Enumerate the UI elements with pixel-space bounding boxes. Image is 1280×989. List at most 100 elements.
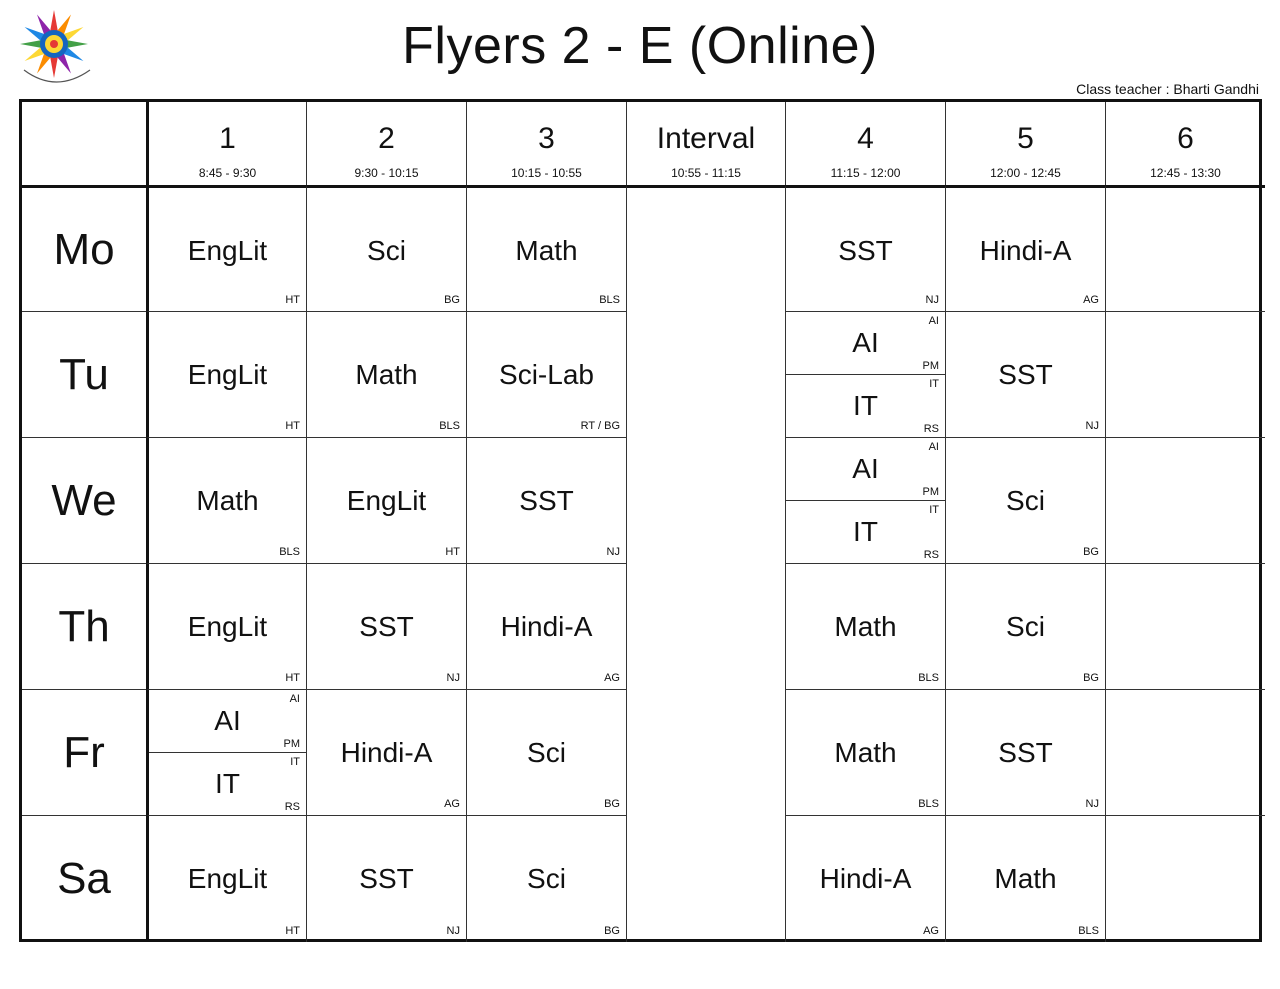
period-header: 6 12:45 - 13:30 <box>1105 102 1265 185</box>
teacher-initials: BG <box>1083 546 1099 558</box>
teacher-initials: HT <box>285 420 300 432</box>
teacher-initials: BG <box>604 925 620 937</box>
lesson-cell: EngLit HT <box>146 563 306 689</box>
lesson-cell: Math BLS <box>785 689 945 815</box>
split-lesson-top: AI AI PM <box>786 312 945 375</box>
lesson-cell: Sci BG <box>466 815 626 942</box>
subject-label: IT <box>853 515 878 547</box>
teacher-initials: AG <box>444 798 460 810</box>
teacher-initials: PM <box>922 485 940 498</box>
day-cell: We <box>22 437 146 563</box>
subject-label: IT <box>215 767 240 799</box>
timetable-grid: 1 8:45 - 9:30 2 9:30 - 10:15 3 10:15 - 10:55 I… <box>19 99 1265 942</box>
split-lesson-top: AI AI PM <box>786 438 945 501</box>
subject-label: SST <box>359 611 414 642</box>
subject-label: IT <box>853 389 878 421</box>
split-lesson-top: AI AI PM <box>149 690 306 753</box>
subject-label: Hindi-A <box>819 863 912 894</box>
split-lesson-bottom: IT IT RS <box>786 501 945 564</box>
period-header: 4 11:15 - 12:00 <box>785 102 945 185</box>
lesson-cell: EngLit HT <box>146 311 306 437</box>
teacher-initials: RT / BG <box>580 420 620 432</box>
period-time: 8:45 - 9:30 <box>198 166 257 180</box>
subject-label: Sci <box>367 235 406 266</box>
teacher-initials: BLS <box>599 294 620 306</box>
subject-label: EngLit <box>187 863 268 894</box>
subject-label: EngLit <box>187 235 268 266</box>
period-time: 12:00 - 12:45 <box>990 166 1061 180</box>
subject-label: EngLit <box>346 485 427 516</box>
lesson-cell: AI AI PM IT IT RS <box>785 437 945 563</box>
teacher-initials: HT <box>285 672 300 684</box>
lesson-cell: Math BLS <box>945 815 1105 942</box>
teacher-initials: AG <box>604 672 620 684</box>
teacher-initials: HT <box>285 294 300 306</box>
teacher-initials: NJ <box>446 925 460 937</box>
period-number: 3 <box>538 122 555 155</box>
lesson-cell: SST NJ <box>785 185 945 311</box>
teacher-initials: BG <box>444 294 460 306</box>
period-number: Interval <box>656 122 756 155</box>
teacher-initials: PM <box>283 737 301 750</box>
period-header: 3 10:15 - 10:55 <box>466 102 626 185</box>
subject-label: SST <box>838 235 893 266</box>
subject-label: AI <box>214 705 241 736</box>
subject-label: Hindi-A <box>500 611 593 642</box>
lesson-cell: Hindi-A AG <box>306 689 466 815</box>
subject-label: Hindi-A <box>340 737 433 768</box>
teacher-initials: BG <box>604 798 620 810</box>
lesson-cell: EngLit HT <box>146 185 306 311</box>
subject-label: SST <box>998 359 1053 390</box>
lesson-cell: SST NJ <box>306 815 466 942</box>
period-time: 10:15 - 10:55 <box>511 166 582 180</box>
teacher-initials: AG <box>923 925 939 937</box>
teacher-initials: BLS <box>1078 925 1099 937</box>
period-time: 9:30 - 10:15 <box>354 166 419 180</box>
teacher-initials: PM <box>922 359 940 372</box>
teacher-initials: NJ <box>1085 420 1099 432</box>
period-number: 5 <box>1017 122 1034 155</box>
subject-label: Math <box>994 863 1057 894</box>
timetable-page: Flyers 2 - E (Online) Class teacher : Bh… <box>0 0 1280 989</box>
subject-label: SST <box>519 485 574 516</box>
period-number: 4 <box>857 122 874 155</box>
teacher-initials: RS <box>923 549 939 561</box>
lesson-cell: Sci BG <box>306 185 466 311</box>
period-header: 1 8:45 - 9:30 <box>146 102 306 185</box>
period-number: 6 <box>1177 122 1194 155</box>
subject-label: SST <box>998 737 1053 768</box>
teacher-initials: BLS <box>439 420 460 432</box>
subject-label: Hindi-A <box>979 235 1072 266</box>
teacher-initials: BLS <box>918 672 939 684</box>
period-header: 2 9:30 - 10:15 <box>306 102 466 185</box>
day-cell: Tu <box>22 311 146 437</box>
teacher-initials: AG <box>1083 294 1099 306</box>
period-number: 1 <box>219 122 236 155</box>
subject-label: Math <box>834 737 897 768</box>
lesson-cell: SST NJ <box>306 563 466 689</box>
subject-label: Math <box>834 611 897 642</box>
period-header: 5 12:00 - 12:45 <box>945 102 1105 185</box>
day-cell: Mo <box>22 185 146 311</box>
period-time: 12:45 - 13:30 <box>1150 166 1221 180</box>
subject-label: Sci <box>527 863 566 894</box>
lesson-cell <box>1105 563 1265 689</box>
lesson-cell: Sci-Lab RT / BG <box>466 311 626 437</box>
split-lesson-bottom: IT IT RS <box>149 753 306 816</box>
lesson-cell: Hindi-A AG <box>945 185 1105 311</box>
day-label: Th <box>58 601 110 651</box>
lesson-cell: Sci BG <box>945 437 1105 563</box>
lesson-cell <box>1105 437 1265 563</box>
teacher-initials: NJ <box>446 672 460 684</box>
subject-label: Sci <box>1006 485 1045 516</box>
lesson-cell: Hindi-A AG <box>785 815 945 942</box>
lesson-cell: AI AI PM IT IT RS <box>146 689 306 815</box>
teacher-initials: HT <box>445 546 460 558</box>
period-header: Interval 10:55 - 11:15 <box>626 102 785 185</box>
day-cell: Fr <box>22 689 146 815</box>
interval-column <box>626 185 785 942</box>
teacher-initials: NJ <box>606 546 620 558</box>
lesson-cell: Sci BG <box>466 689 626 815</box>
subject-label: Math <box>196 485 259 516</box>
lesson-cell: SST NJ <box>466 437 626 563</box>
